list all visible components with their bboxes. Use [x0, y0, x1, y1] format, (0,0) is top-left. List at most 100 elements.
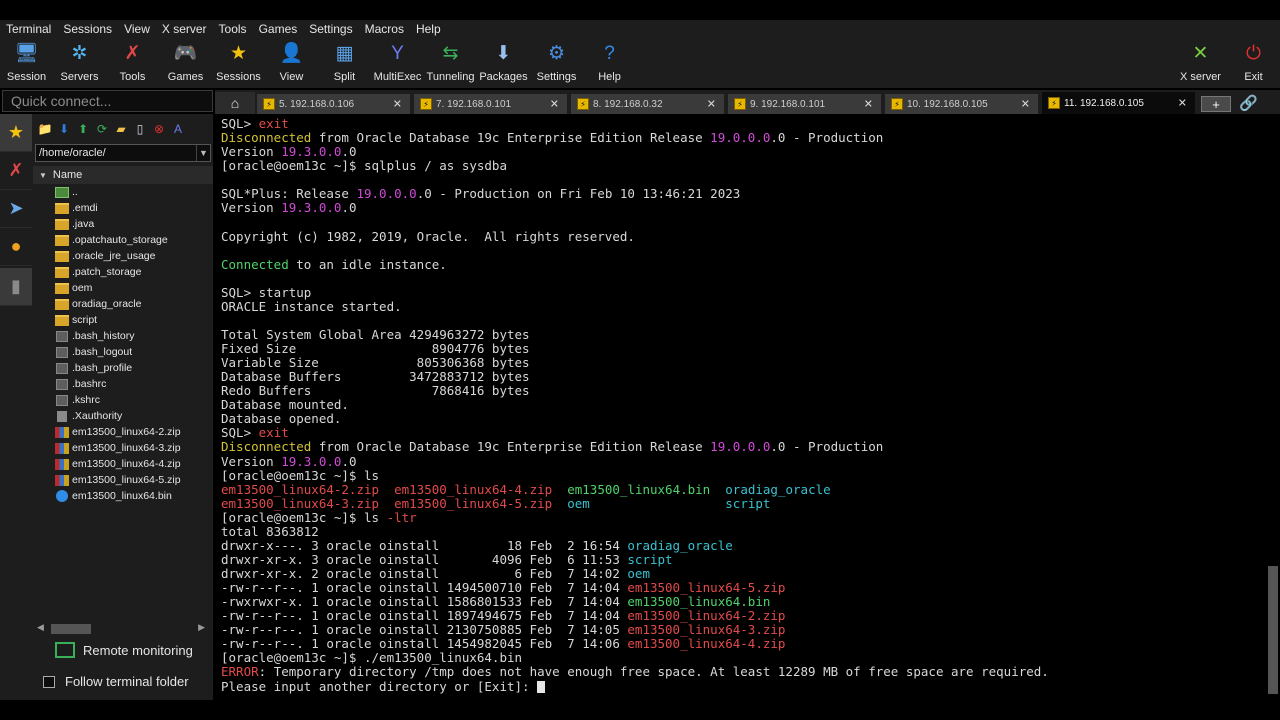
list-item[interactable]: em13500_linux64-3.zip	[55, 440, 213, 456]
remote-monitoring-button[interactable]: Remote monitoring	[55, 642, 193, 658]
terminal-line: ORACLE instance started.	[221, 299, 1261, 314]
list-item[interactable]: .Xauthority	[55, 408, 213, 424]
session-tab[interactable]: ⚡ 10. 192.168.0.105 ✕	[885, 94, 1038, 114]
file-name: .kshrc	[72, 394, 101, 406]
list-item[interactable]: oradiag_oracle	[55, 296, 213, 312]
toolbar-games-button[interactable]: 🎮 Games	[159, 38, 212, 88]
list-item[interactable]: .bash_profile	[55, 360, 213, 376]
toolbar-tunneling-button[interactable]: ⇆ Tunneling	[424, 38, 477, 88]
terminal-line: [oracle@oem13c ~]$ ls -ltr	[221, 510, 1261, 525]
home-tab[interactable]: ⌂	[215, 92, 255, 114]
sidebar-tab-sftp[interactable]: ▮	[0, 268, 32, 306]
session-monitor-icon: 🖥	[14, 43, 39, 64]
sftp-new-folder-icon[interactable]: ▰	[113, 121, 129, 137]
session-tab[interactable]: ⚡ 5. 192.168.0.106 ✕	[257, 94, 410, 114]
terminal-text: 19.0.0.0	[710, 130, 771, 146]
sftp-delete-icon[interactable]: ⊗	[151, 121, 167, 137]
sftp-folder-up-icon[interactable]: 📁	[37, 121, 53, 137]
list-item[interactable]: em13500_linux64-5.zip	[55, 472, 213, 488]
close-icon[interactable]: ✕	[1178, 97, 1187, 110]
list-item[interactable]: .bash_history	[55, 328, 213, 344]
menu-games[interactable]: Games	[253, 20, 304, 38]
toolbar-servers-button[interactable]: ✲ Servers	[53, 38, 106, 88]
xfile-icon	[57, 410, 67, 422]
sftp-refresh-icon[interactable]: ⟳	[94, 121, 110, 137]
sidebar-tab-send-paper-plane[interactable]: ➤	[0, 190, 32, 228]
attach-paperclip-icon[interactable]: 🔗	[1239, 94, 1258, 112]
scroll-left-icon[interactable]: ◀	[37, 622, 44, 633]
toolbar-session-button[interactable]: 🖥 Session	[0, 38, 53, 88]
terminal-line: Version 19.3.0.0.0	[221, 454, 1261, 469]
chevron-down-icon[interactable]: ▼	[196, 145, 210, 161]
toolbar-label: Settings	[536, 71, 577, 83]
toolbar-exit-button[interactable]: ⏻ Exit	[1227, 38, 1280, 88]
sftp-toolbar: 📁 ⬇ ⬆ ⟳ ▰ ▯ ⊗ A	[33, 114, 213, 144]
close-icon[interactable]: ✕	[707, 98, 716, 111]
menu-terminal[interactable]: Terminal	[0, 20, 57, 38]
exit-power-icon: ⏻	[1245, 43, 1262, 64]
new-tab-button[interactable]: +	[1201, 96, 1231, 112]
scroll-right-icon[interactable]: ▶	[198, 622, 205, 633]
toolbar-settings-button[interactable]: ⚙ Settings	[530, 38, 583, 88]
terminal-line: SQL*Plus: Release 19.0.0.0.0 - Productio…	[221, 187, 1261, 201]
sftp-path-input[interactable]: /home/oracle/ ▼	[35, 144, 211, 162]
sidebar-tab-tools[interactable]: ✗	[0, 152, 32, 190]
sftp-download-icon[interactable]: ⬇	[56, 121, 72, 137]
list-item[interactable]: .kshrc	[55, 392, 213, 408]
list-item[interactable]: em13500_linux64-4.zip	[55, 456, 213, 472]
menu-tools[interactable]: Tools	[213, 20, 253, 38]
terminal-pane[interactable]: SQL> exit Disconnected from Oracle Databa…	[215, 114, 1280, 700]
list-item[interactable]: .bashrc	[55, 376, 213, 392]
toolbar-tools-button[interactable]: ✗ Tools	[106, 38, 159, 88]
sftp-new-file-icon[interactable]: ▯	[132, 121, 148, 137]
sftp-rename-icon[interactable]: A	[170, 121, 186, 137]
list-item[interactable]: script	[55, 312, 213, 328]
file-name: em13500_linux64-3.zip	[72, 442, 181, 454]
list-item[interactable]: .java	[55, 216, 213, 232]
toolbar-x-server-button[interactable]: ✕ X server	[1174, 38, 1227, 88]
close-icon[interactable]: ✕	[1021, 98, 1030, 111]
toolbar-view-button[interactable]: 👤 View	[265, 38, 318, 88]
menu-x-server[interactable]: X server	[156, 20, 213, 38]
terminal-text: drwxr-x---. 3 oracle oinstall 18 Feb 2 1…	[221, 537, 628, 553]
sftp-column-header[interactable]: ▼ Name	[33, 166, 213, 184]
list-item[interactable]: oem	[55, 280, 213, 296]
menu-macros[interactable]: Macros	[359, 20, 410, 38]
terminal-text: Total System Global Area 4294963272 byte…	[221, 326, 530, 342]
menu-view[interactable]: View	[118, 20, 156, 38]
sftp-upload-icon[interactable]: ⬆	[75, 121, 91, 137]
sidebar-tab-favorites-star[interactable]: ★	[0, 114, 32, 152]
menu-settings[interactable]: Settings	[303, 20, 358, 38]
list-item[interactable]: ..	[55, 184, 213, 200]
close-icon[interactable]: ✕	[393, 98, 402, 111]
toolbar-multiexec-button[interactable]: Y MultiExec	[371, 38, 424, 88]
terminal-text: 19.0.0.0	[710, 439, 771, 455]
quick-connect-input[interactable]: Quick connect...	[2, 90, 213, 112]
list-item[interactable]: .patch_storage	[55, 264, 213, 280]
list-item[interactable]: .emdi	[55, 200, 213, 216]
terminal-scrollbar-thumb[interactable]	[1268, 566, 1278, 694]
sftp-horizontal-scrollbar[interactable]: ◀ ▶	[37, 622, 205, 634]
list-item[interactable]: .opatchauto_storage	[55, 232, 213, 248]
session-tab[interactable]: ⚡ 7. 192.168.0.101 ✕	[414, 94, 567, 114]
menu-help[interactable]: Help	[410, 20, 447, 38]
terminal-line: Copyright (c) 1982, 2019, Oracle. All ri…	[221, 229, 1261, 244]
toolbar-packages-button[interactable]: ⬇ Packages	[477, 38, 530, 88]
follow-terminal-checkbox[interactable]	[43, 675, 55, 688]
toolbar-sessions-button[interactable]: ★ Sessions	[212, 38, 265, 88]
list-item[interactable]: .oracle_jre_usage	[55, 248, 213, 264]
toolbar-help-button[interactable]: ? Help	[583, 38, 636, 88]
session-tab[interactable]: ⚡ 11. 192.168.0.105 ✕	[1042, 92, 1195, 114]
follow-terminal-folder-option[interactable]: Follow terminal folder	[43, 674, 189, 689]
close-icon[interactable]: ✕	[864, 98, 873, 111]
list-item[interactable]: em13500_linux64-2.zip	[55, 424, 213, 440]
scroll-thumb[interactable]	[51, 624, 91, 634]
toolbar-split-button[interactable]: ▦ Split	[318, 38, 371, 88]
close-icon[interactable]: ✕	[550, 98, 559, 111]
session-tab[interactable]: ⚡ 8. 192.168.0.32 ✕	[571, 94, 724, 114]
sidebar-tab-macros[interactable]: ●	[0, 228, 32, 266]
list-item[interactable]: .bash_logout	[55, 344, 213, 360]
list-item[interactable]: em13500_linux64.bin	[55, 488, 213, 504]
menu-sessions[interactable]: Sessions	[57, 20, 118, 38]
session-tab[interactable]: ⚡ 9. 192.168.0.101 ✕	[728, 94, 881, 114]
